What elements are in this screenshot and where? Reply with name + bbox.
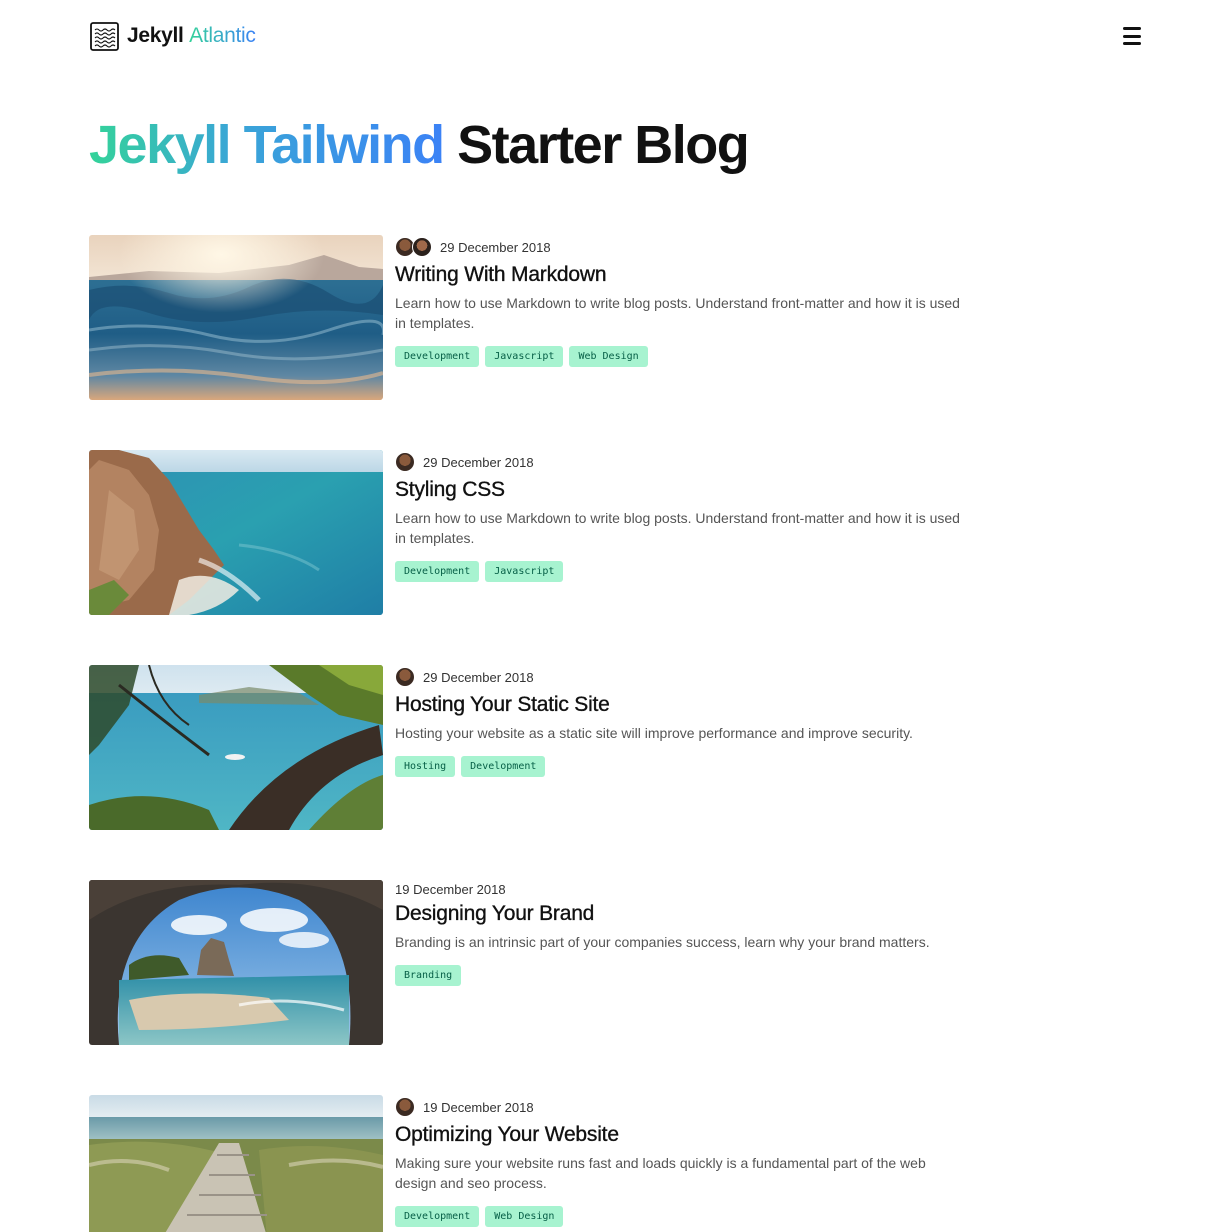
post-excerpt: Making sure your website runs fast and l…	[395, 1155, 926, 1191]
author-avatars	[395, 237, 432, 257]
brand-main: Jekyll	[127, 24, 184, 47]
post-date: 19 December 2018	[395, 881, 506, 897]
post-title-link[interactable]: Hosting Your Static Site	[395, 691, 975, 719]
page-title: Jekyll Tailwind Starter Blog	[89, 112, 750, 178]
tag[interactable]: Development	[395, 561, 480, 582]
tag-list: Hosting Development	[395, 756, 975, 777]
post-meta: 29 December 2018	[395, 450, 975, 474]
sea-cave-arch-image	[89, 880, 383, 1045]
post-info: 29 December 2018 Styling CSS Learn how t…	[395, 450, 975, 582]
tag[interactable]: Hosting	[395, 756, 456, 777]
post-meta: 29 December 2018	[395, 665, 975, 689]
avatar[interactable]	[395, 1097, 415, 1117]
brand-link[interactable]: Jekyll Atlantic	[90, 21, 256, 51]
tag[interactable]: Web Design	[485, 1206, 564, 1227]
page-title-gradient: Jekyll Tailwind	[89, 115, 445, 175]
tag-list: Development Javascript	[395, 561, 975, 582]
post-thumbnail[interactable]	[89, 880, 383, 1045]
brand-name: Jekyll Atlantic	[127, 24, 256, 48]
site-header: Jekyll Atlantic	[90, 20, 1143, 52]
post-info: 19 December 2018 Optimizing Your Website…	[395, 1095, 975, 1227]
tree-over-bay-image	[89, 665, 383, 830]
post-title-link[interactable]: Styling CSS	[395, 476, 975, 504]
menu-bar	[1123, 34, 1141, 38]
menu-bar	[1123, 27, 1141, 30]
post-card: 29 December 2018 Writing With Markdown L…	[89, 235, 989, 401]
ocean-waves-image	[89, 235, 383, 400]
post-thumbnail[interactable]	[89, 235, 383, 400]
author-avatars	[395, 667, 415, 687]
post-excerpt: Hosting your website as a static site wi…	[395, 725, 913, 741]
post-card: 19 December 2018 Designing Your Brand Br…	[89, 880, 989, 1046]
post-info: 19 December 2018 Designing Your Brand Br…	[395, 880, 975, 986]
tag-list: Development Javascript Web Design	[395, 346, 975, 367]
author-avatars	[395, 452, 415, 472]
post-thumbnail[interactable]	[89, 1095, 383, 1232]
page-title-plain: Starter Blog	[457, 115, 750, 175]
tag[interactable]: Development	[395, 1206, 480, 1227]
post-meta: 29 December 2018	[395, 235, 975, 259]
tag[interactable]: Development	[461, 756, 546, 777]
avatar[interactable]	[395, 667, 415, 687]
post-date: 29 December 2018	[440, 239, 551, 255]
author-avatars	[395, 1097, 415, 1117]
tag[interactable]: Branding	[395, 965, 462, 986]
tag-list: Branding	[395, 965, 975, 986]
tag[interactable]: Development	[395, 346, 480, 367]
post-thumbnail[interactable]	[89, 665, 383, 830]
brand-accent: Atlantic	[189, 24, 256, 47]
post-title-link[interactable]: Designing Your Brand	[395, 900, 975, 928]
post-card: 19 December 2018 Optimizing Your Website…	[89, 1095, 989, 1232]
tag[interactable]: Javascript	[485, 346, 564, 367]
waves-logo-icon	[90, 21, 119, 51]
boardwalk-dunes-image	[89, 1095, 383, 1232]
post-excerpt: Learn how to use Markdown to write blog …	[395, 510, 960, 546]
tag[interactable]: Web Design	[569, 346, 648, 367]
post-date: 29 December 2018	[423, 669, 534, 685]
tag-list: Development Web Design	[395, 1206, 975, 1227]
avatar[interactable]	[395, 452, 415, 472]
coastal-cliff-image	[89, 450, 383, 615]
post-excerpt: Learn how to use Markdown to write blog …	[395, 295, 960, 331]
avatar[interactable]	[412, 237, 432, 257]
post-card: 29 December 2018 Styling CSS Learn how t…	[89, 450, 989, 616]
post-thumbnail[interactable]	[89, 450, 383, 615]
tag[interactable]: Javascript	[485, 561, 564, 582]
post-title-link[interactable]: Optimizing Your Website	[395, 1121, 975, 1149]
post-date: 19 December 2018	[423, 1099, 534, 1115]
post-meta: 19 December 2018	[395, 880, 975, 898]
post-title-link[interactable]: Writing With Markdown	[395, 261, 975, 289]
post-info: 29 December 2018 Writing With Markdown L…	[395, 235, 975, 367]
post-info: 29 December 2018 Hosting Your Static Sit…	[395, 665, 975, 777]
post-meta: 19 December 2018	[395, 1095, 975, 1119]
post-card: 29 December 2018 Hosting Your Static Sit…	[89, 665, 989, 831]
menu-bar	[1123, 42, 1141, 45]
post-date: 29 December 2018	[423, 454, 534, 470]
hamburger-menu-icon[interactable]	[1121, 25, 1143, 47]
post-excerpt: Branding is an intrinsic part of your co…	[395, 934, 930, 950]
